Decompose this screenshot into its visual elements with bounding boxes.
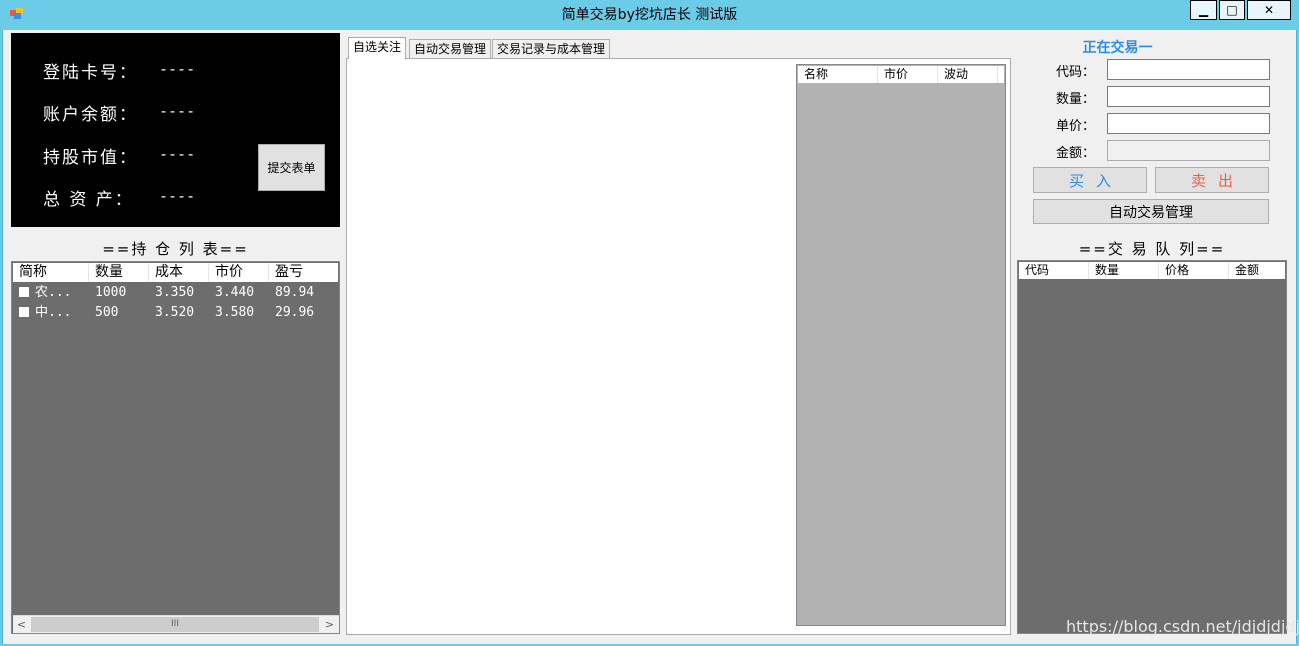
stock-name: 农... — [35, 285, 72, 300]
quantity-cell: 1000 — [95, 285, 127, 300]
maximize-button[interactable]: □ — [1219, 0, 1245, 20]
watchlist[interactable]: 名称 市价 波动 — [796, 64, 1006, 626]
cost-cell: 3.350 — [155, 285, 195, 300]
queue-title: ==交 易 队 列== — [1078, 240, 1226, 258]
close-button[interactable]: ✕ — [1247, 0, 1291, 20]
submit-form-button[interactable]: 提交表单 — [258, 144, 325, 191]
column-header[interactable]: 市价 — [209, 263, 269, 282]
trade-queue-list[interactable]: 代码 数量 价格 金额 — [1017, 260, 1287, 634]
card-number-label: 登陆卡号： — [43, 63, 138, 83]
total-assets-label: 总 资 产： — [43, 190, 134, 210]
table-row[interactable]: 农... 1000 3.350 3.440 89.94 — [13, 283, 338, 303]
balance-value: ---- — [159, 102, 196, 120]
column-header[interactable]: 简称 — [13, 263, 89, 282]
profit-cell: 29.96 — [275, 305, 315, 320]
balance-label: 账户余额： — [43, 105, 138, 125]
price-label: 单价： — [1055, 119, 1095, 134]
buy-button[interactable]: 买入 — [1033, 167, 1147, 193]
profit-cell: 89.94 — [275, 285, 315, 300]
column-header[interactable]: 数量 — [1089, 262, 1159, 279]
quantity-cell: 500 — [95, 305, 119, 320]
amount-label: 金额： — [1055, 146, 1095, 161]
sell-button[interactable]: 卖出 — [1155, 167, 1269, 193]
column-header[interactable]: 波动 — [938, 66, 998, 83]
tab-watchlist[interactable]: 自选关注 — [348, 37, 407, 59]
queue-header: 代码 数量 价格 金额 — [1019, 262, 1285, 279]
total-assets-value: ---- — [159, 187, 196, 205]
column-header[interactable]: 成本 — [149, 263, 209, 282]
column-header[interactable]: 代码 — [1019, 262, 1089, 279]
code-label: 代码： — [1055, 65, 1095, 80]
table-row[interactable]: 中... 500 3.520 3.580 29.96 — [13, 303, 338, 323]
price-input[interactable] — [1107, 113, 1270, 134]
checkbox[interactable] — [19, 307, 29, 317]
minimize-button[interactable]: ▁ — [1190, 0, 1217, 20]
trading-title: 正在交易一 — [1082, 40, 1153, 56]
stock-name: 中... — [35, 305, 72, 320]
column-header[interactable]: 市价 — [878, 66, 938, 83]
tab-auto-trading[interactable]: 自动交易管理 — [409, 39, 492, 58]
column-header[interactable]: 名称 — [798, 66, 878, 83]
scroll-right-icon[interactable]: > — [321, 616, 338, 633]
tab-trade-records[interactable]: 交易记录与成本管理 — [492, 39, 611, 58]
scroll-thumb[interactable]: III — [31, 617, 319, 632]
amount-input — [1107, 140, 1270, 161]
quantity-input[interactable] — [1107, 86, 1270, 107]
auto-trading-button[interactable]: 自动交易管理 — [1033, 199, 1269, 224]
scroll-left-icon[interactable]: < — [13, 616, 30, 633]
market-value-value: ---- — [159, 145, 196, 163]
horizontal-scrollbar[interactable]: < III > — [13, 615, 339, 633]
quantity-label: 数量： — [1055, 92, 1095, 107]
holdings-list[interactable]: 简称 数量 成本 市价 盈亏 农... 1000 3.350 3.440 89.… — [11, 261, 340, 634]
price-cell: 3.580 — [215, 305, 255, 320]
cost-cell: 3.520 — [155, 305, 195, 320]
price-cell: 3.440 — [215, 285, 255, 300]
column-header[interactable]: 价格 — [1159, 262, 1229, 279]
card-number-value: ---- — [159, 60, 196, 78]
watermark: https://blog.csdn.net/jdjdjdjdjdjc — [1066, 617, 1299, 636]
title-bar: 简单交易by挖坑店长 测试版 ▁ □ ✕ — [0, 0, 1299, 30]
account-panel: 登陆卡号： ---- 账户余额： ---- 持股市值： ---- 总 资 产： … — [11, 33, 340, 227]
window-title: 简单交易by挖坑店长 测试版 — [561, 7, 738, 23]
market-value-label: 持股市值： — [43, 148, 138, 168]
checkbox[interactable] — [19, 287, 29, 297]
holdings-title: ==持 仓 列 表== — [102, 240, 249, 258]
code-input[interactable] — [1107, 59, 1270, 80]
column-header[interactable]: 盈亏 — [269, 263, 338, 282]
column-header[interactable]: 金额 — [1229, 262, 1285, 279]
column-header[interactable]: 数量 — [89, 263, 149, 282]
holdings-header: 简称 数量 成本 市价 盈亏 — [13, 263, 338, 282]
watchlist-header: 名称 市价 波动 — [798, 66, 1004, 83]
